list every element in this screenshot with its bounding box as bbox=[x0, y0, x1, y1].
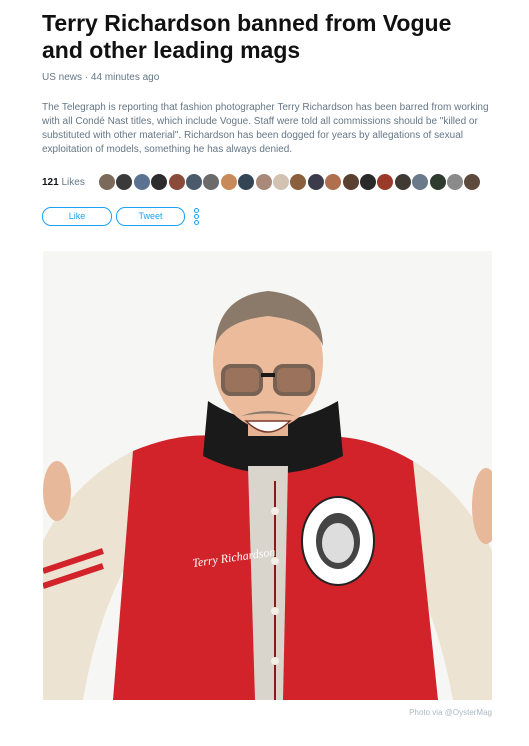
liker-avatar[interactable] bbox=[411, 173, 430, 191]
photo-caption: Photo via @OysterMag bbox=[409, 708, 492, 717]
likes-count[interactable]: 121 Likes bbox=[42, 177, 85, 188]
liker-avatar[interactable] bbox=[359, 173, 377, 191]
like-button[interactable]: Like bbox=[42, 207, 112, 226]
liker-avatar[interactable] bbox=[202, 173, 221, 191]
photo-illustration: Terry Richardson bbox=[43, 251, 492, 700]
tweet-button[interactable]: Tweet bbox=[116, 207, 185, 226]
liker-avatar[interactable] bbox=[306, 173, 325, 191]
liker-avatar[interactable] bbox=[324, 173, 343, 191]
liker-avatar[interactable] bbox=[446, 173, 464, 191]
article-body: The Telegraph is reporting that fashion … bbox=[42, 102, 489, 155]
liker-avatar[interactable] bbox=[376, 173, 395, 191]
liker-avatar[interactable] bbox=[167, 173, 186, 191]
liker-avatar[interactable] bbox=[150, 173, 169, 191]
liker-avatar[interactable] bbox=[289, 173, 308, 191]
likes-number: 121 bbox=[42, 177, 59, 188]
liker-avatar[interactable] bbox=[428, 173, 447, 191]
article-photo: Terry Richardson bbox=[43, 251, 492, 700]
article-title: Terry Richardson banned from Vogue and o… bbox=[42, 10, 452, 63]
liker-avatar[interactable] bbox=[463, 173, 482, 191]
liker-avatar[interactable] bbox=[272, 173, 290, 191]
liker-avatar[interactable] bbox=[393, 173, 412, 191]
likes-label: Likes bbox=[61, 177, 85, 188]
liker-avatar[interactable] bbox=[98, 173, 116, 191]
liker-avatar[interactable] bbox=[254, 173, 273, 191]
liker-avatar[interactable] bbox=[341, 173, 360, 191]
liker-avatar[interactable] bbox=[219, 173, 238, 191]
article-meta: US news · 44 minutes ago bbox=[42, 72, 160, 83]
liker-avatar[interactable] bbox=[115, 173, 134, 191]
liker-avatar[interactable] bbox=[237, 173, 256, 191]
liker-avatar[interactable] bbox=[132, 173, 151, 191]
liker-avatar[interactable] bbox=[185, 173, 203, 191]
more-options-icon[interactable] bbox=[194, 208, 200, 225]
likes-row: 121 Likes bbox=[42, 173, 492, 191]
